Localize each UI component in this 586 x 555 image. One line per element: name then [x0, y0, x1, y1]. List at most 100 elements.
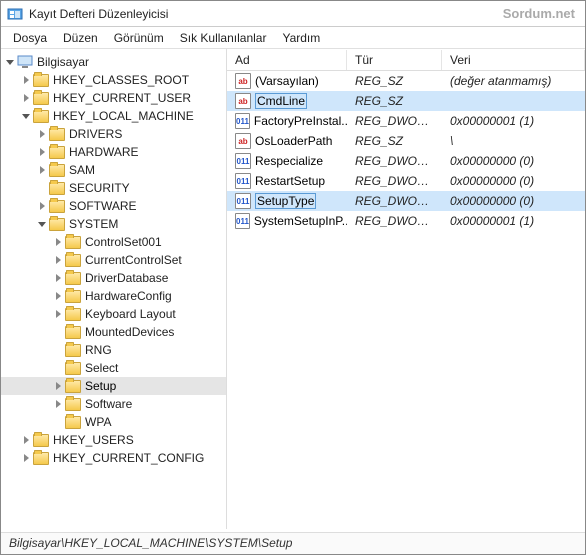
tree-node-hkcc[interactable]: HKEY_CURRENT_CONFIG — [1, 449, 226, 467]
tree-node-drivers[interactable]: DRIVERS — [1, 125, 226, 143]
dword-value-icon — [235, 193, 251, 209]
folder-icon — [49, 146, 65, 159]
list-row[interactable]: SetupTypeREG_DWORD0x00000000 (0) — [227, 191, 585, 211]
menu-file[interactable]: Dosya — [5, 29, 55, 47]
folder-icon — [49, 200, 65, 213]
menu-bar: Dosya Düzen Görünüm Sık Kullanılanlar Ya… — [1, 27, 585, 49]
dword-value-icon — [235, 153, 251, 169]
expander-icon[interactable] — [51, 253, 65, 267]
tree-label: HARDWARE — [69, 145, 139, 159]
list-row[interactable]: RespecializeREG_DWORD0x00000000 (0) — [227, 151, 585, 171]
tree-node-hkcu[interactable]: HKEY_CURRENT_USER — [1, 89, 226, 107]
tree-node-wpa[interactable]: WPA — [1, 413, 226, 431]
title-bar: Kayıt Defteri Düzenleyicisi Sordum.net — [1, 1, 585, 27]
value-data: 0x00000000 (0) — [442, 152, 585, 170]
tree-node-security[interactable]: SECURITY — [1, 179, 226, 197]
value-type: REG_DWORD — [347, 192, 442, 210]
value-list[interactable]: Ad Tür Veri (Varsayılan)REG_SZ(değer ata… — [227, 49, 585, 529]
list-row[interactable]: FactoryPreInstal...REG_DWORD0x00000001 (… — [227, 111, 585, 131]
tree-node-software[interactable]: SOFTWARE — [1, 197, 226, 215]
tree-label: SYSTEM — [69, 217, 118, 231]
tree-view[interactable]: Bilgisayar HKEY_CLASSES_ROOT HKEY_CURREN… — [1, 49, 227, 529]
tree-node-hardware[interactable]: HARDWARE — [1, 143, 226, 161]
dword-value-icon — [235, 173, 251, 189]
tree-node-hwconfig[interactable]: HardwareConfig — [1, 287, 226, 305]
folder-icon — [65, 344, 81, 357]
expander-icon[interactable] — [35, 145, 49, 159]
expander-icon[interactable] — [35, 163, 49, 177]
folder-icon — [65, 416, 81, 429]
list-header: Ad Tür Veri — [227, 49, 585, 71]
tree-label: WPA — [85, 415, 111, 429]
expander-icon[interactable] — [51, 235, 65, 249]
menu-view[interactable]: Görünüm — [106, 29, 172, 47]
expander-icon[interactable] — [35, 199, 49, 213]
header-type[interactable]: Tür — [347, 50, 442, 70]
tree-node-ccs[interactable]: CurrentControlSet — [1, 251, 226, 269]
tree-node-setup[interactable]: Setup — [1, 377, 226, 395]
tree-label: Keyboard Layout — [85, 307, 176, 321]
value-type: REG_SZ — [347, 72, 442, 90]
tree-node-mounteddev[interactable]: MountedDevices — [1, 323, 226, 341]
dword-value-icon — [235, 113, 250, 129]
menu-favorites[interactable]: Sık Kullanılanlar — [172, 29, 275, 47]
tree-node-rng[interactable]: RNG — [1, 341, 226, 359]
list-row[interactable]: (Varsayılan)REG_SZ(değer atanmamış) — [227, 71, 585, 91]
value-name: RestartSetup — [227, 171, 347, 191]
expander-icon[interactable] — [35, 127, 49, 141]
tree-node-hklm[interactable]: HKEY_LOCAL_MACHINE — [1, 107, 226, 125]
window-title: Kayıt Defteri Düzenleyicisi — [29, 7, 503, 21]
expander-icon[interactable] — [19, 109, 33, 123]
value-name: Respecialize — [227, 151, 347, 171]
string-value-icon — [235, 73, 251, 89]
tree-label: HKEY_USERS — [53, 433, 134, 447]
tree-node-kblayout[interactable]: Keyboard Layout — [1, 305, 226, 323]
folder-icon — [65, 290, 81, 303]
tree-label: HardwareConfig — [85, 289, 172, 303]
value-data: 0x00000000 (0) — [442, 172, 585, 190]
menu-edit[interactable]: Düzen — [55, 29, 106, 47]
tree-node-driverdb[interactable]: DriverDatabase — [1, 269, 226, 287]
tree-node-select[interactable]: Select — [1, 359, 226, 377]
tree-node-hku[interactable]: HKEY_USERS — [1, 431, 226, 449]
value-data: (değer atanmamış) — [442, 72, 585, 90]
menu-help[interactable]: Yardım — [274, 29, 328, 47]
watermark: Sordum.net — [503, 6, 575, 21]
expander-icon[interactable] — [19, 73, 33, 87]
status-bar: Bilgisayar\HKEY_LOCAL_MACHINE\SYSTEM\Set… — [1, 532, 585, 554]
tree-label: Select — [85, 361, 118, 375]
expander-icon[interactable] — [19, 451, 33, 465]
expander-icon[interactable] — [19, 433, 33, 447]
folder-icon — [33, 74, 49, 87]
expander-icon[interactable] — [51, 379, 65, 393]
expander-icon[interactable] — [51, 307, 65, 321]
folder-icon — [49, 164, 65, 177]
list-row[interactable]: SystemSetupInP...REG_DWORD0x00000001 (1) — [227, 211, 585, 231]
tree-label: SECURITY — [69, 181, 130, 195]
header-name[interactable]: Ad — [227, 50, 347, 70]
tree-label: HKEY_LOCAL_MACHINE — [53, 109, 194, 123]
expander-icon[interactable] — [19, 91, 33, 105]
tree-node-sam[interactable]: SAM — [1, 161, 226, 179]
tree-node-cs001[interactable]: ControlSet001 — [1, 233, 226, 251]
folder-icon — [65, 236, 81, 249]
expander-icon[interactable] — [51, 289, 65, 303]
tree-node-system[interactable]: SYSTEM — [1, 215, 226, 233]
tree-label: CurrentControlSet — [85, 253, 182, 267]
expander-icon[interactable] — [51, 397, 65, 411]
folder-icon — [65, 308, 81, 321]
status-path: Bilgisayar\HKEY_LOCAL_MACHINE\SYSTEM\Set… — [9, 536, 292, 550]
list-row[interactable]: OsLoaderPathREG_SZ\ — [227, 131, 585, 151]
value-name: OsLoaderPath — [227, 131, 347, 151]
tree-node-computer[interactable]: Bilgisayar — [1, 53, 226, 71]
expander-icon[interactable] — [51, 271, 65, 285]
expander-icon[interactable] — [3, 55, 17, 69]
header-data[interactable]: Veri — [442, 50, 585, 70]
folder-icon — [49, 182, 65, 195]
list-row[interactable]: CmdLineREG_SZ — [227, 91, 585, 111]
tree-node-software2[interactable]: Software — [1, 395, 226, 413]
list-row[interactable]: RestartSetupREG_DWORD0x00000000 (0) — [227, 171, 585, 191]
expander-icon[interactable] — [35, 217, 49, 231]
tree-node-hkcr[interactable]: HKEY_CLASSES_ROOT — [1, 71, 226, 89]
tree-label: Bilgisayar — [37, 55, 89, 69]
